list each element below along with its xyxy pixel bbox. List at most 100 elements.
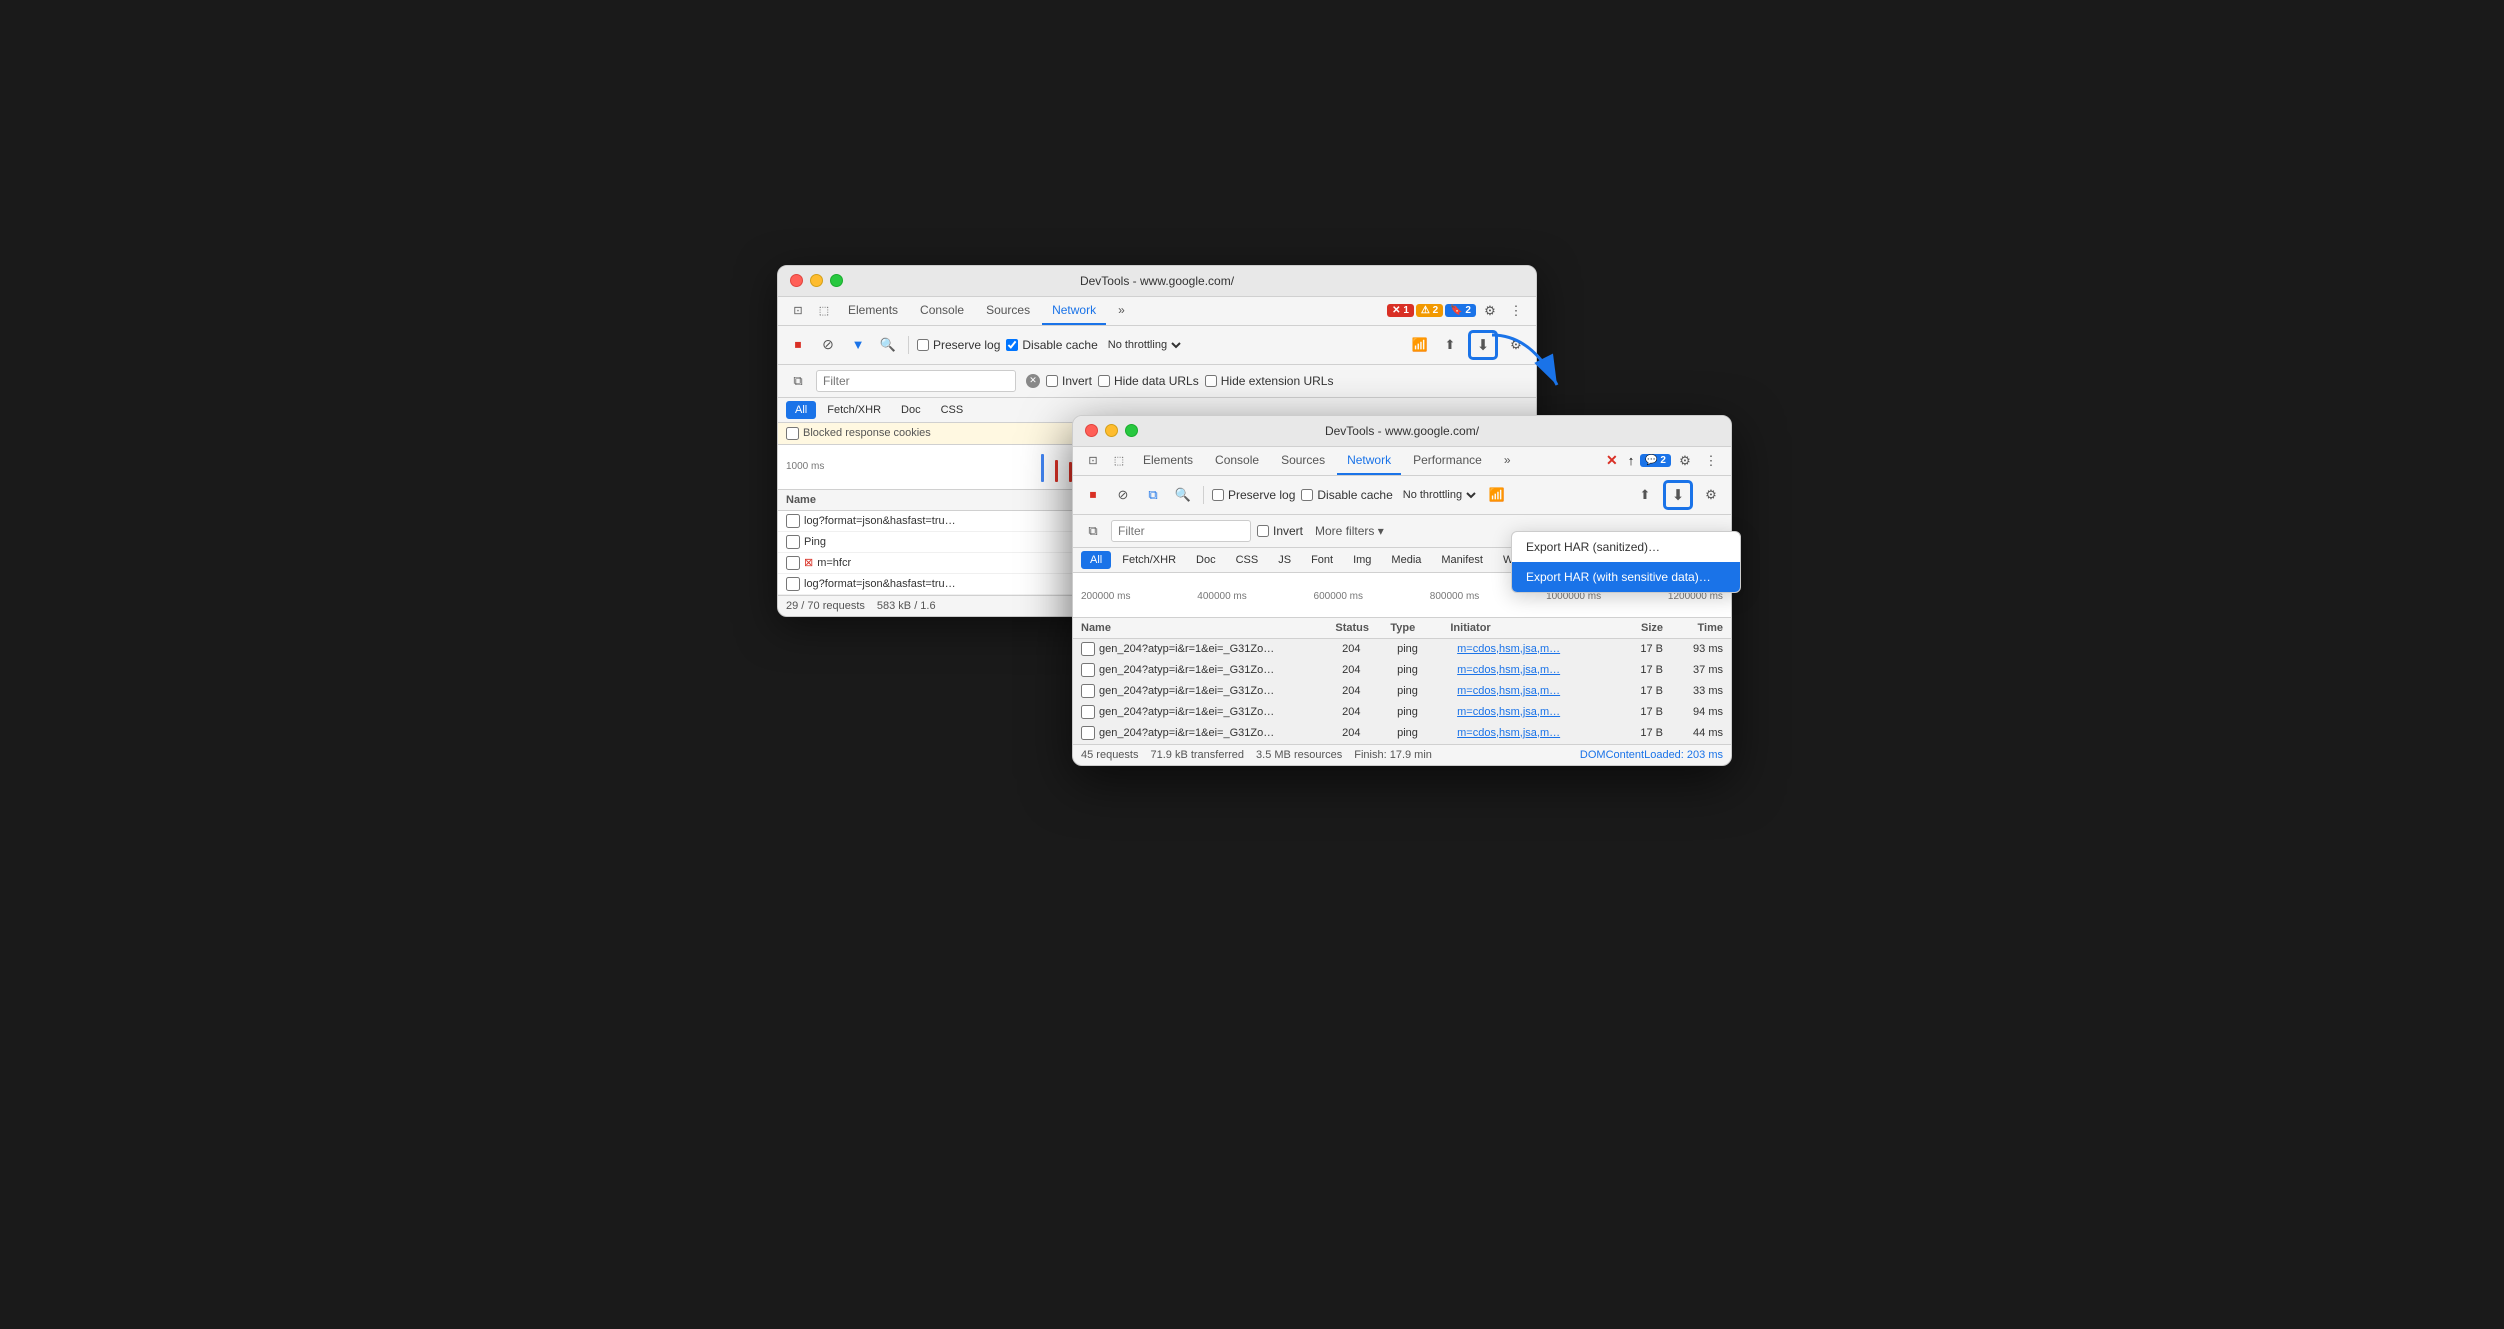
element-picker-icon-front[interactable]: ⊡ [1081,449,1105,473]
throttle-select-front[interactable]: No throttling [1399,488,1479,502]
tab-network-front[interactable]: Network [1337,447,1401,475]
blocked-cookies-checkbox[interactable] [786,427,799,440]
tab-sources-front[interactable]: Sources [1271,447,1335,475]
invert-checkbox-back[interactable] [1046,375,1058,387]
export-har-sanitized[interactable]: Export HAR (sanitized)… [1512,532,1740,562]
settings-btn-front[interactable]: ⚙ [1673,449,1697,473]
row-checkbox-2-back[interactable] [786,556,800,570]
tab-performance-front[interactable]: Performance [1403,447,1492,475]
more-filters-btn-front[interactable]: More filters ▾ [1309,519,1390,543]
search-btn-front[interactable]: 🔍 [1171,483,1195,507]
type-btn-doc-front[interactable]: Doc [1187,551,1225,569]
type-btn-img-front[interactable]: Img [1344,551,1380,569]
invert-checkbox-front[interactable] [1257,525,1269,537]
tab-elements-front[interactable]: Elements [1133,447,1203,475]
maximize-button-front[interactable] [1125,424,1138,437]
disable-cache-checkbox-back[interactable] [1006,339,1018,351]
row-cb-3-front[interactable] [1081,705,1095,719]
table-row-front-0[interactable]: gen_204?atyp=i&r=1&ei=_G31Zo… 204 ping m… [1073,639,1731,660]
table-row-front-2[interactable]: gen_204?atyp=i&r=1&ei=_G31Zo… 204 ping m… [1073,681,1731,702]
device-mode-icon[interactable]: ⬚ [812,299,836,323]
table-row-front-1[interactable]: gen_204?atyp=i&r=1&ei=_G31Zo… 204 ping m… [1073,660,1731,681]
type-btn-doc-back[interactable]: Doc [892,401,930,419]
table-body-front: gen_204?atyp=i&r=1&ei=_G31Zo… 204 ping m… [1073,639,1731,744]
wifi-btn-back[interactable]: 📶 [1408,333,1432,357]
close-button-back[interactable] [790,274,803,287]
type-btn-xhr-front[interactable]: Fetch/XHR [1113,551,1185,569]
filter-icon-back[interactable]: ⧉ [786,369,810,393]
disable-cache-checkbox-front[interactable] [1301,489,1313,501]
more-btn-front[interactable]: ⋮ [1699,449,1723,473]
row-cb-1-front[interactable] [1081,663,1095,677]
table-row-front-4[interactable]: gen_204?atyp=i&r=1&ei=_G31Zo… 204 ping m… [1073,723,1731,744]
table-header-front: Name Status Type Initiator Size Time [1073,618,1731,639]
type-btn-media-front[interactable]: Media [1382,551,1430,569]
type-btn-all-back[interactable]: All [786,401,816,419]
filter-icon-front[interactable]: ⧉ [1081,519,1105,543]
preserve-log-label-front[interactable]: Preserve log [1212,488,1295,502]
upload-btn-back[interactable]: ⬆ [1438,333,1462,357]
requests-back: 29 / 70 requests [786,600,865,612]
throttle-select-back[interactable]: No throttling [1104,338,1184,352]
filter-input-back[interactable] [816,370,1016,392]
hide-ext-checkbox-back[interactable] [1205,375,1217,387]
type-btn-xhr-back[interactable]: Fetch/XHR [818,401,890,419]
type-btn-font-front[interactable]: Font [1302,551,1342,569]
export-har-sensitive[interactable]: Export HAR (with sensitive data)… [1512,562,1740,592]
more-btn-back[interactable]: ⋮ [1504,299,1528,323]
tab-console-front[interactable]: Console [1205,447,1269,475]
row-cb-0-front[interactable] [1081,642,1095,656]
clear-btn-front[interactable]: ⊘ [1111,483,1135,507]
hide-ext-label-back[interactable]: Hide extension URLs [1205,374,1334,388]
element-picker-icon[interactable]: ⊡ [786,299,810,323]
type-btn-all-front[interactable]: All [1081,551,1111,569]
stop-btn-front[interactable]: ⏹ [1081,483,1105,507]
minimize-button-back[interactable] [810,274,823,287]
row-cb-2-front[interactable] [1081,684,1095,698]
filter-btn-front[interactable]: ⧉ [1141,483,1165,507]
close-button-front[interactable] [1085,424,1098,437]
row-cb-4-front[interactable] [1081,726,1095,740]
tab-network-back[interactable]: Network [1042,297,1106,325]
disable-cache-label-front[interactable]: Disable cache [1301,488,1392,502]
row-checkbox-3-back[interactable] [786,577,800,591]
type-btn-js-front[interactable]: JS [1269,551,1300,569]
disable-cache-label-back[interactable]: Disable cache [1006,338,1097,352]
table-row-front-3[interactable]: gen_204?atyp=i&r=1&ei=_G31Zo… 204 ping m… [1073,702,1731,723]
download-btn-back[interactable]: ⬇ [1471,333,1495,357]
type-btn-css-front[interactable]: CSS [1227,551,1268,569]
invert-label-front[interactable]: Invert [1257,524,1303,538]
row-checkbox-1-back[interactable] [786,535,800,549]
tab-more-front[interactable]: » [1494,447,1521,475]
type-btn-manifest-front[interactable]: Manifest [1432,551,1492,569]
settings-btn-back[interactable]: ⚙ [1478,299,1502,323]
device-mode-icon-front[interactable]: ⬚ [1107,449,1131,473]
minimize-button-front[interactable] [1105,424,1118,437]
filter-input-front[interactable] [1111,520,1251,542]
preserve-log-label-back[interactable]: Preserve log [917,338,1000,352]
search-btn-back[interactable]: 🔍 [876,333,900,357]
preserve-log-checkbox-back[interactable] [917,339,929,351]
tab-elements-back[interactable]: Elements [838,297,908,325]
divider-1-front [1203,486,1204,504]
download-btn-front[interactable]: ⬇ [1666,483,1690,507]
row-checkbox-0-back[interactable] [786,514,800,528]
invert-label-back[interactable]: Invert [1046,374,1092,388]
clear-btn-back[interactable]: ⊘ [816,333,840,357]
settings-btn2-back[interactable]: ⚙ [1504,333,1528,357]
type-btn-css-back[interactable]: CSS [932,401,973,419]
stop-recording-btn-back[interactable]: ⏹ [786,333,810,357]
tab-more-back[interactable]: » [1108,297,1135,325]
more-icon-back: ⋮ [1510,303,1523,319]
hide-data-checkbox-back[interactable] [1098,375,1110,387]
settings-btn2-front[interactable]: ⚙ [1699,483,1723,507]
tab-console-back[interactable]: Console [910,297,974,325]
wifi-btn-front[interactable]: 📶 [1485,483,1509,507]
clear-filter-btn-back[interactable]: ✕ [1026,374,1040,388]
filter-btn-back[interactable]: ▼ [846,333,870,357]
upload-btn-front[interactable]: ⬆ [1633,483,1657,507]
tab-sources-back[interactable]: Sources [976,297,1040,325]
hide-data-label-back[interactable]: Hide data URLs [1098,374,1199,388]
maximize-button-back[interactable] [830,274,843,287]
preserve-log-checkbox-front[interactable] [1212,489,1224,501]
